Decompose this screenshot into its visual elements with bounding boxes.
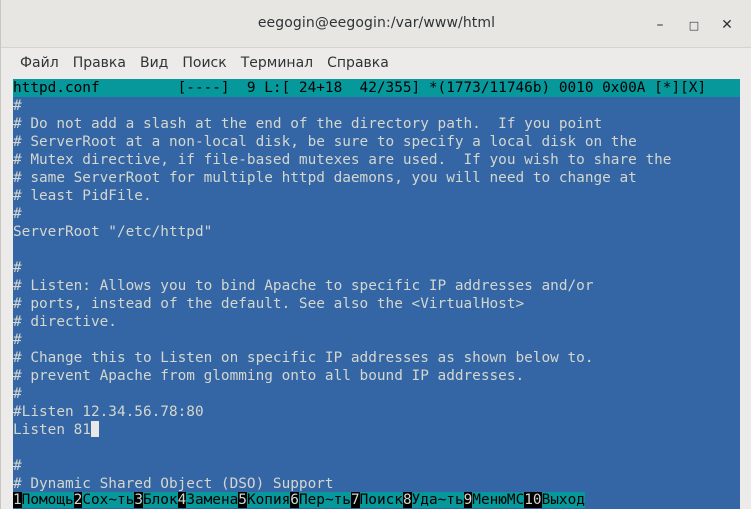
editor-line[interactable]: # directive. (13, 313, 117, 331)
fkey-label: Пер~ть (298, 492, 351, 508)
fkey-label: Помощь (21, 492, 74, 508)
menu-help[interactable]: Справка (320, 48, 396, 78)
fkey-label: Поиск (359, 492, 403, 508)
fkey-number: 8 (402, 492, 412, 508)
menu-terminal[interactable]: Терминал (234, 48, 320, 78)
function-key-bar: 1Помощь2Сох~ть3Блок 4Замена5Копия 6Пер~т… (13, 491, 740, 509)
fkey-label: Блок (142, 492, 178, 508)
editor-line[interactable]: # (13, 385, 22, 403)
fkey-label: Замена (186, 492, 239, 508)
maximize-icon: □ (688, 18, 700, 32)
editor-line[interactable]: ServerRoot "/etc/httpd" (13, 223, 212, 241)
fkey-label: Выход (541, 492, 585, 508)
fkey-label: Копия (246, 492, 291, 508)
fkey-number: 10 (524, 492, 542, 508)
terminal-area[interactable]: httpd.conf [----] 9 L:[ 24+18 42/355] *(… (13, 79, 740, 509)
editor-line[interactable]: # Change this to Listen on specific IP a… (13, 349, 593, 367)
fkey-3[interactable]: 3Блок (134, 491, 178, 509)
editor-line[interactable]: Listen 81 (13, 421, 99, 439)
fkey-number: 5 (238, 492, 247, 508)
fkey-number: 4 (177, 492, 187, 508)
minimize-icon: – (656, 17, 664, 33)
fkey-label: Сох~ть (82, 492, 135, 508)
editor-line[interactable]: #Listen 12.34.56.78:80 (13, 403, 204, 421)
fkey-number: 1 (13, 492, 22, 508)
fkey-number: 9 (463, 492, 473, 508)
editor-line[interactable]: # least PidFile. (13, 187, 152, 205)
fkey-label: Уда~ть (411, 492, 464, 508)
maximize-button[interactable]: □ (687, 18, 701, 32)
editor-line[interactable]: # same ServerRoot for multiple httpd dae… (13, 169, 637, 187)
fkey-number: 7 (350, 492, 360, 508)
editor-line[interactable]: # (13, 259, 22, 277)
fkey-number: 3 (134, 492, 143, 508)
menu-search[interactable]: Поиск (175, 48, 233, 78)
fkey-10[interactable]: 10Выход (524, 491, 585, 509)
editor-line[interactable]: # Listen: Allows you to bind Apache to s… (13, 277, 593, 295)
terminal-scrollbar[interactable] (740, 79, 751, 509)
menu-bar: Файл Правка Вид Поиск Терминал Справка (1, 48, 751, 78)
editor-line[interactable]: # (13, 457, 22, 475)
terminal-window: eegogin@eegogin:/var/www/html – □ ✕ Файл… (0, 0, 751, 509)
fkey-4[interactable]: 4Замена (177, 491, 239, 509)
minimize-button[interactable]: – (653, 17, 667, 33)
fkey-6[interactable]: 6Пер~ть (290, 491, 351, 509)
fkey-number: 6 (290, 492, 299, 508)
fkey-8[interactable]: 8Уда~ть (402, 491, 464, 509)
editor-line[interactable]: # prevent Apache from glomming onto all … (13, 367, 524, 385)
menu-file[interactable]: Файл (13, 48, 66, 78)
editor-line[interactable]: # (13, 97, 22, 115)
fkey-1[interactable]: 1Помощь (13, 491, 74, 509)
fkey-5[interactable]: 5Копия (238, 491, 291, 509)
close-icon: ✕ (721, 17, 733, 33)
close-button[interactable]: ✕ (720, 17, 734, 33)
editor-line[interactable]: # (13, 205, 22, 223)
menu-edit[interactable]: Правка (66, 48, 133, 78)
title-bar[interactable]: eegogin@eegogin:/var/www/html – □ ✕ (1, 0, 751, 48)
editor-line[interactable]: # Mutex directive, if file-based mutexes… (13, 151, 671, 169)
window-title: eegogin@eegogin:/var/www/html (257, 15, 496, 31)
text-cursor (90, 421, 99, 437)
menu-view[interactable]: Вид (133, 48, 175, 78)
fkey-9[interactable]: 9МенюMC (463, 491, 525, 509)
editor-line[interactable]: # ports, instead of the default. See als… (13, 295, 524, 313)
editor-line[interactable]: # ServerRoot at a non-local disk, be sur… (13, 133, 637, 151)
fkey-label: МенюMC (472, 492, 525, 508)
editor-line[interactable]: # Do not add a slash at the end of the d… (13, 115, 602, 133)
editor-line[interactable]: # (13, 331, 22, 349)
editor-status-bar: httpd.conf [----] 9 L:[ 24+18 42/355] *(… (13, 79, 740, 97)
fkey-2[interactable]: 2Сох~ть (73, 491, 135, 509)
fkey-7[interactable]: 7Поиск (350, 491, 403, 509)
